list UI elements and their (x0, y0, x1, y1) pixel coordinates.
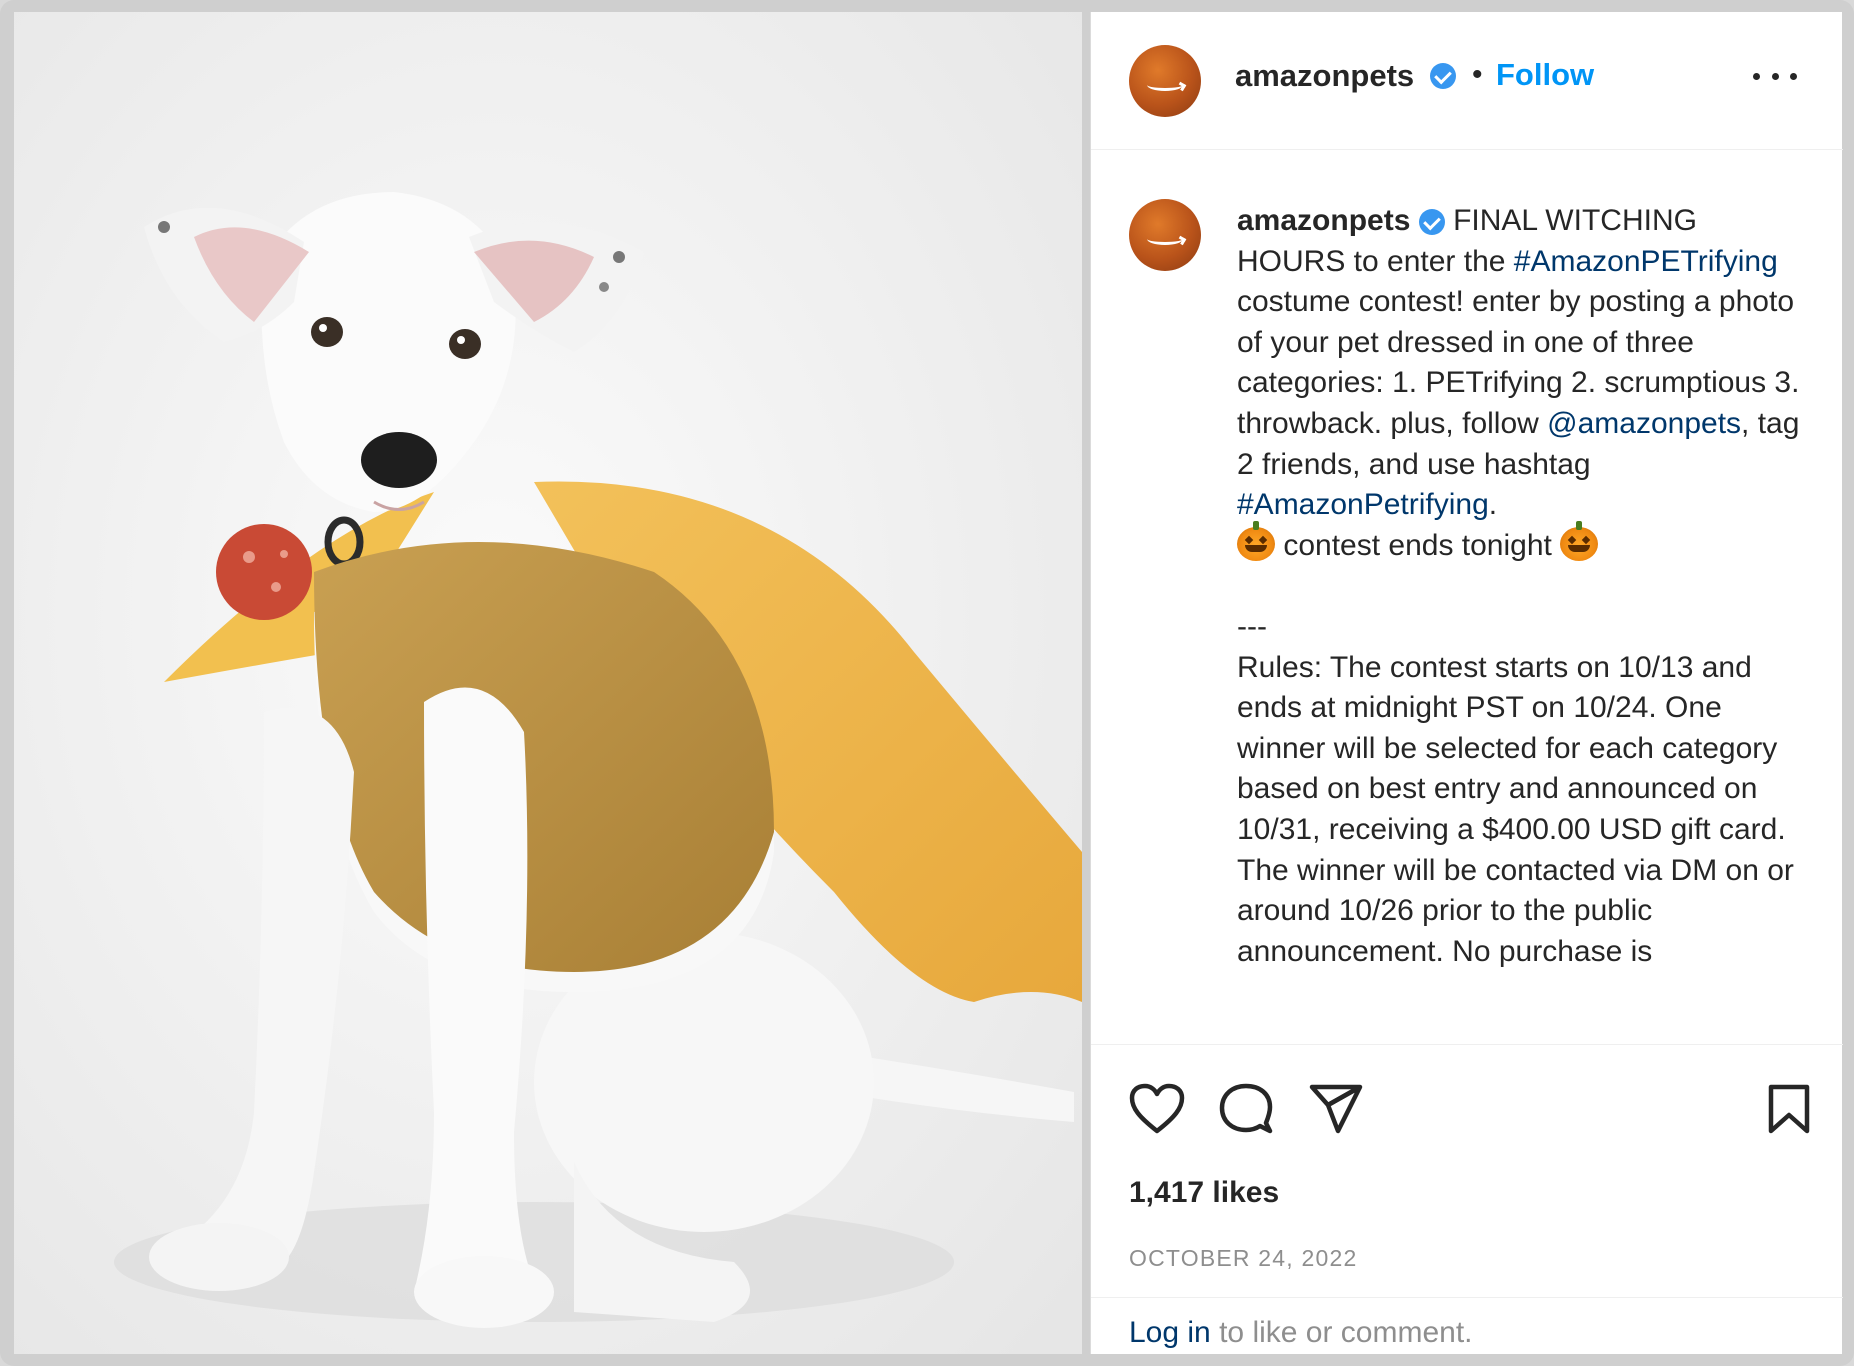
comment-icon[interactable] (1218, 1083, 1274, 1140)
caption-area[interactable]: amazonpets FINAL WITCHING HOURS to enter… (1091, 151, 1843, 1043)
heart-icon[interactable] (1129, 1083, 1185, 1140)
post-date: OCTOBER 24, 2022 (1129, 1245, 1358, 1271)
post-window: amazonpets • Follow amazonpets FINAL WIT… (0, 0, 1854, 1366)
dog-costume-image (14, 12, 1082, 1354)
post-photo[interactable] (14, 12, 1082, 1354)
login-prompt-text: to like or comment. (1210, 1316, 1473, 1349)
caption-text: amazonpets FINAL WITCHING HOURS to enter… (1237, 201, 1807, 972)
header-username[interactable]: amazonpets (1235, 58, 1414, 94)
verified-badge-icon (1418, 209, 1445, 236)
post-actions: 1,417 likes OCTOBER 24, 2022 Log in to l… (1091, 1044, 1843, 1354)
amazon-arrow-logo (1176, 235, 1187, 246)
bookmark-icon[interactable] (1767, 1083, 1811, 1140)
likes-count[interactable]: 1,417 likes (1129, 1176, 1279, 1210)
more-dot (1753, 72, 1760, 80)
login-prompt: Log in to like or comment. (1091, 1297, 1843, 1355)
pumpkin-emoji-icon (1237, 520, 1275, 561)
amazon-arrow-logo (1176, 81, 1187, 92)
contest-rules-text: Rules: The contest starts on 10/13 and e… (1237, 650, 1803, 968)
hashtag-link[interactable]: #AmazonPetrifying (1237, 488, 1489, 521)
post-header: amazonpets • Follow (1091, 12, 1843, 150)
profile-avatar[interactable] (1129, 45, 1201, 117)
caption-separator: --- (1237, 609, 1267, 643)
separator-dot: • (1472, 58, 1483, 91)
mention-link[interactable]: @amazonpets (1547, 407, 1741, 440)
post-sidebar: amazonpets • Follow amazonpets FINAL WIT… (1090, 12, 1843, 1354)
hashtag-link[interactable]: #AmazonPETrifying (1514, 245, 1778, 278)
login-link[interactable]: Log in (1129, 1316, 1211, 1349)
caption-avatar[interactable] (1129, 199, 1201, 271)
caption-part: . (1488, 488, 1498, 522)
follow-button[interactable]: Follow (1496, 57, 1594, 93)
more-options-icon[interactable] (1753, 62, 1797, 90)
verified-badge-icon (1430, 63, 1456, 89)
caption-username[interactable]: amazonpets (1237, 204, 1410, 237)
more-dot (1771, 72, 1779, 80)
contest-ends-text: contest ends tonight (1275, 528, 1561, 562)
pumpkin-emoji-icon (1560, 520, 1599, 561)
more-dot (1790, 72, 1797, 80)
send-icon[interactable] (1308, 1083, 1364, 1140)
